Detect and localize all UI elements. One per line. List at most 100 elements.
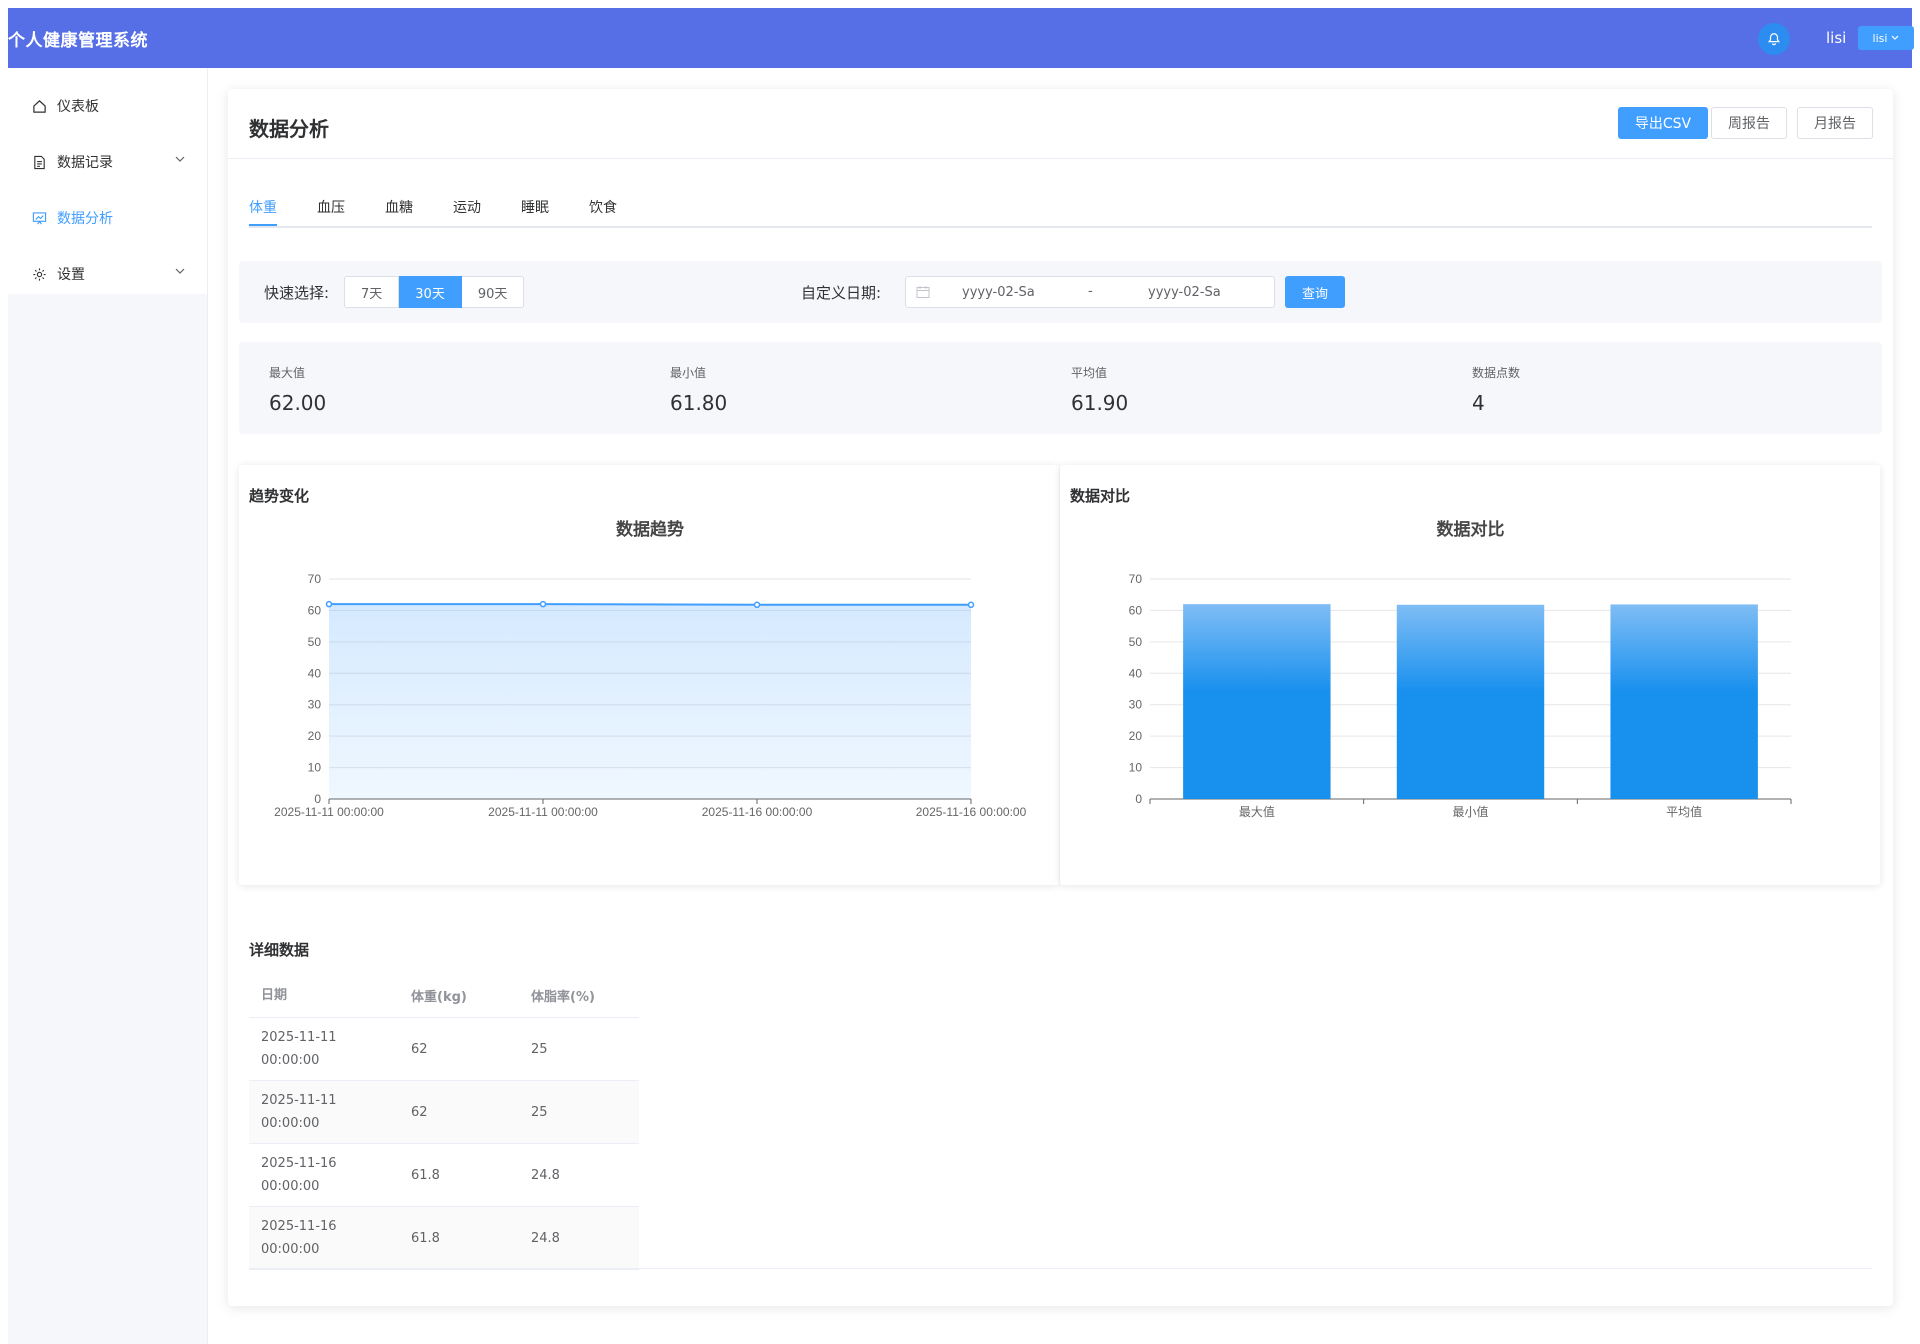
y-tick-label: 0 [1135, 792, 1142, 806]
table-row: 2025-11-16 00:00:00 61.8 24.8 [249, 1144, 639, 1207]
sidebar-item-data-records[interactable]: 数据记录 [8, 134, 207, 190]
cell-weight: 62 [411, 1104, 428, 1120]
stat-label: 数据点数 [1472, 366, 1521, 380]
table-bottom-divider [249, 1268, 1872, 1269]
date-separator: - [1088, 284, 1093, 299]
cell-date-time: 00:00:00 [261, 1242, 320, 1257]
home-icon [32, 98, 48, 114]
sidebar-item-label: 数据分析 [57, 211, 113, 227]
cell-date: 2025-11-16 00:00:00 [249, 1152, 399, 1198]
data-point [539, 600, 547, 608]
y-tick-label: 20 [308, 729, 322, 743]
export-csv-button[interactable]: 导出CSV [1618, 107, 1708, 139]
end-date-input[interactable]: yyyy-02-Sa [1148, 285, 1221, 300]
y-tick-label: 60 [308, 603, 322, 617]
x-tick-label: 2025-11-16 00:00:00 [702, 805, 813, 819]
cell-weight: 62 [411, 1041, 428, 1057]
data-point [967, 601, 975, 609]
data-point [325, 600, 333, 608]
tab-diet[interactable]: 饮食 [589, 197, 617, 217]
bar [1183, 604, 1331, 799]
stat-average: 平均值 61.90 [1071, 364, 1128, 415]
range-30-days-button[interactable]: 30天 [399, 276, 462, 308]
app-title: 个人健康管理系统 [8, 31, 148, 51]
cell-date: 2025-11-16 00:00:00 [249, 1215, 399, 1261]
compare-chart-card: 数据对比 0 10 20 30 40 50 60 70 数据对比 最大值 最小值 平均值 [1060, 465, 1880, 885]
table-row: 2025-11-16 00:00:00 61.8 24.8 [249, 1207, 639, 1270]
tab-blood-sugar[interactable]: 血糖 [385, 197, 413, 217]
app-frame: 个人健康管理系统 lisi lisi 仪表板 数据记录 数据分析 设置 数据分析… [8, 8, 1914, 1344]
bell-icon [1767, 33, 1781, 46]
cell-weight: 61.8 [411, 1230, 440, 1246]
y-tick-label: 70 [1129, 572, 1143, 586]
y-tick-label: 30 [308, 698, 322, 712]
weekly-report-button[interactable]: 周报告 [1711, 107, 1787, 139]
column-header-weight: 体重(kg) [411, 990, 467, 1005]
trend-area [329, 604, 971, 799]
metric-tabs: 体重 血压 血糖 运动 睡眠 饮食 [249, 191, 1872, 228]
stat-value: 61.90 [1071, 391, 1129, 415]
cell-date-time: 00:00:00 [261, 1179, 320, 1194]
cell-date-time: 00:00:00 [261, 1116, 320, 1131]
y-tick-label: 0 [314, 792, 321, 806]
user-dropdown[interactable]: lisi [1858, 26, 1914, 50]
trend-chart-card: 趋势变化 0 10 20 30 40 50 60 70 数据趋势 2025-11-11 00:00… [239, 465, 1059, 885]
gear-icon [32, 266, 48, 282]
y-tick-label: 30 [1129, 698, 1143, 712]
stat-label: 最大值 [269, 366, 306, 380]
user-dropdown-label: lisi [1872, 31, 1888, 45]
query-button[interactable]: 查询 [1285, 276, 1345, 308]
detail-table: 日期 体重(kg) 体脂率(%) 2025-11-11 00:00:00 62 2… [249, 974, 639, 1270]
sidebar-item-data-analysis[interactable]: 数据分析 [8, 190, 207, 246]
stat-label: 平均值 [1071, 366, 1108, 380]
sidebar-item-label: 数据记录 [57, 155, 113, 171]
cell-date-time: 00:00:00 [261, 1053, 320, 1068]
range-7-days-button[interactable]: 7天 [344, 276, 400, 308]
table-row: 2025-11-11 00:00:00 62 25 [249, 1081, 639, 1144]
cell-fat: 24.8 [531, 1230, 560, 1246]
tab-exercise[interactable]: 运动 [453, 197, 481, 217]
tab-weight[interactable]: 体重 [249, 197, 277, 217]
cell-fat: 24.8 [531, 1167, 560, 1183]
chevron-down-icon [1892, 35, 1899, 40]
chart-title: 数据趋势 [616, 519, 684, 540]
monthly-report-button[interactable]: 月报告 [1797, 107, 1873, 139]
sidebar-item-dashboard[interactable]: 仪表板 [8, 78, 207, 134]
quick-select-label: 快速选择: [264, 284, 330, 302]
cell-fat: 25 [531, 1104, 548, 1120]
start-date-input[interactable]: yyyy-02-Sa [962, 285, 1035, 300]
range-90-days-button[interactable]: 90天 [461, 276, 525, 308]
stat-min: 最小值 61.80 [670, 364, 727, 415]
notification-button[interactable] [1758, 23, 1790, 55]
quick-range-group: 7天 30天 90天 [344, 276, 525, 308]
y-tick-label: 40 [308, 666, 322, 680]
detail-title: 详细数据 [249, 941, 310, 959]
sidebar-item-settings[interactable]: 设置 [8, 246, 207, 302]
sidebar-item-label: 设置 [57, 267, 85, 283]
cell-date-day: 2025-11-16 [261, 1156, 337, 1171]
tab-blood-pressure[interactable]: 血压 [317, 197, 345, 217]
bar [1610, 604, 1758, 799]
active-tab-indicator [249, 224, 277, 226]
cell-date-day: 2025-11-11 [261, 1093, 337, 1108]
cell-date-day: 2025-11-16 [261, 1219, 337, 1234]
cell-date: 2025-11-11 00:00:00 [249, 1026, 399, 1072]
table-row: 2025-11-11 00:00:00 62 25 [249, 1018, 639, 1081]
y-tick-label: 50 [1129, 635, 1143, 649]
y-tick-label: 70 [308, 572, 322, 586]
filter-bar: 快速选择: 7天 30天 90天 自定义日期: yyyy-02-Sa - yyy… [239, 261, 1882, 323]
tab-sleep[interactable]: 睡眠 [521, 197, 549, 217]
sidebar-item-label: 仪表板 [57, 99, 99, 115]
stat-max: 最大值 62.00 [269, 364, 326, 415]
cell-fat: 25 [531, 1041, 548, 1057]
data-point [753, 601, 761, 609]
sidebar-menu: 仪表板 数据记录 数据分析 设置 [8, 68, 207, 294]
y-tick-label: 40 [1129, 666, 1143, 680]
stat-value: 62.00 [269, 391, 327, 415]
x-tick-label: 2025-11-11 00:00:00 [274, 805, 384, 819]
top-bar: 个人健康管理系统 lisi lisi [8, 8, 1914, 68]
trend-chart: 0 10 20 30 40 50 60 70 数据趋势 2025-11-11 00:00:00 20… [274, 519, 1026, 819]
stat-value: 61.80 [670, 391, 728, 415]
y-tick-label: 10 [1129, 761, 1143, 775]
date-range-picker[interactable]: yyyy-02-Sa - yyyy-02-Sa [905, 276, 1275, 308]
